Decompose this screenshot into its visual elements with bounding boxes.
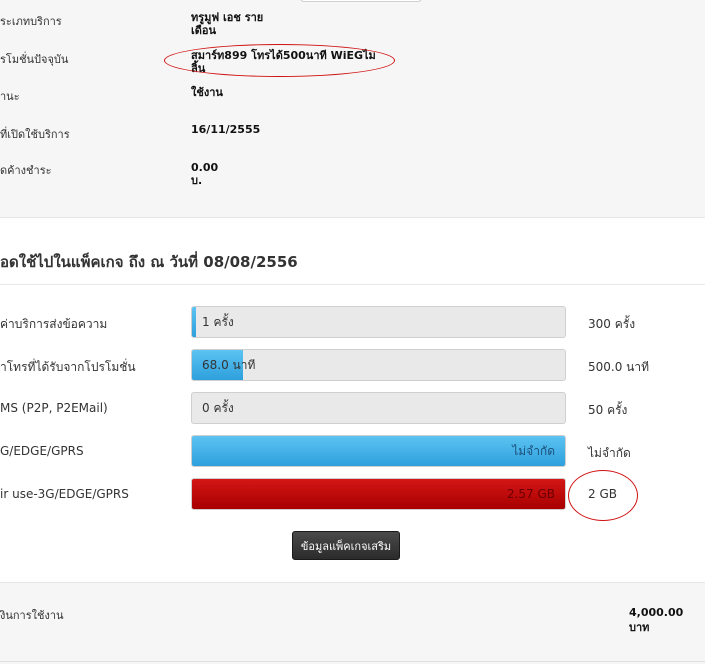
- activation-date-value: 16/11/2555: [191, 123, 261, 136]
- bottom-divider: [0, 661, 705, 662]
- top-input-edge[interactable]: [300, 0, 422, 2]
- usage-bar-fill: [192, 436, 565, 466]
- usage-label-sms-charge: ค่าบริการส่งข้อความ: [0, 317, 108, 331]
- usage-label-air-data: ir use-3G/EDGE/GPRS: [0, 487, 129, 501]
- billing-panel: [0, 582, 705, 664]
- usage-label-promo-minutes: าโทรที่ได้รับจากโปรโมชั่น: [0, 360, 136, 374]
- billing-value: 4,000.00 บาท: [629, 606, 684, 634]
- usage-bar-data: ไม่จำกัด: [191, 435, 566, 467]
- outstanding-balance-value: 0.00 บ.: [191, 161, 219, 187]
- service-type-value: ทรูมูฟ เอช ราย เดือน: [191, 11, 264, 37]
- usage-bar-text: 0 ครั้ง: [202, 400, 234, 415]
- usage-section-title: อดใช้ไปในแพ็คเกจ ถึง ณ วันที่ 08/08/2556: [0, 253, 298, 271]
- usage-bar-air-data: 2.57 GB: [191, 478, 566, 510]
- usage-bar-text: 2.57 GB: [506, 487, 555, 501]
- service-type-label: ระเภทบริการ: [0, 15, 62, 28]
- outstanding-balance-label: ดค้างชำระ: [0, 164, 52, 177]
- usage-bar-text: ไม่จำกัด: [512, 443, 555, 458]
- usage-limit-air-data: 2 GB: [588, 487, 617, 501]
- usage-bar-text: 1 ครั้ง: [202, 314, 234, 329]
- usage-bar-sms-charge: 1 ครั้ง: [191, 306, 566, 338]
- activation-date-label: ที่เปิดใช้บริการ: [0, 128, 70, 141]
- usage-limit-sms-charge: 300 ครั้ง: [588, 317, 636, 331]
- current-promotion-label: รโมชั่นปัจจุบัน: [0, 53, 69, 66]
- usage-label-mms: MS (P2P, P2EMail): [0, 401, 108, 415]
- usage-title-divider: [0, 284, 705, 285]
- usage-limit-promo-minutes: 500.0 นาที: [588, 360, 650, 374]
- usage-limit-mms: 50 ครั้ง: [588, 403, 628, 417]
- billing-label: งินการใช้งาน: [0, 609, 64, 622]
- addon-package-info-button[interactable]: ข้อมูลแพ็คเกจเสริม: [292, 531, 400, 560]
- usage-bar-promo-minutes: 68.0 นาที: [191, 349, 566, 381]
- status-value: ใช้งาน: [191, 86, 223, 99]
- usage-bar-mms: 0 ครั้ง: [191, 392, 566, 424]
- current-promotion-value: สมาร์ท899 โทรได้500นาที WiEGไม ลิ้น: [191, 49, 376, 75]
- usage-bar-fill: [192, 307, 197, 337]
- account-info-panel: [0, 0, 705, 218]
- usage-bar-text: 68.0 นาที: [202, 357, 256, 372]
- status-label: านะ: [0, 90, 20, 103]
- usage-label-data: G/EDGE/GPRS: [0, 444, 84, 458]
- usage-limit-data: ไม่จำกัด: [588, 446, 631, 460]
